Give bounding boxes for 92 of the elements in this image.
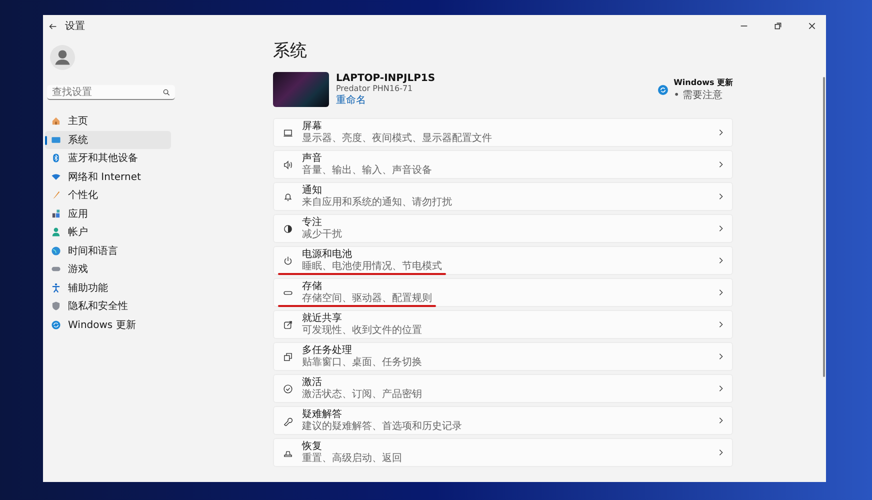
settings-card[interactable]: 就近共享 可发现性、收到文件的位置 — [273, 310, 733, 339]
chevron-icon — [719, 321, 723, 328]
card-title: 疑难解答 — [302, 408, 343, 420]
nav-item[interactable]: 游戏 — [45, 260, 171, 278]
wallpaper-thumbnail — [273, 72, 329, 107]
search-icon — [163, 89, 170, 96]
nav-item[interactable]: 帐户 — [45, 223, 171, 242]
chevron-icon — [719, 385, 723, 392]
nav-item[interactable]: 辅助功能 — [45, 278, 171, 297]
bell-icon — [283, 192, 293, 202]
settings-card[interactable]: 屏幕 显示器、亮度、夜间模式、显示器配置文件 — [273, 118, 733, 147]
card-subtitle: 减少干扰 — [302, 228, 342, 240]
person-icon — [51, 227, 61, 238]
windows-stack-icon — [283, 352, 293, 362]
settings-card[interactable]: 多任务处理 贴靠窗口、桌面、任务切换 — [273, 342, 733, 371]
card-subtitle: 睡眠、电池使用情况、节电模式 — [302, 260, 442, 272]
bluetooth-icon — [51, 153, 61, 164]
figure-icon — [51, 282, 61, 293]
rename-link[interactable]: 重命名 — [336, 92, 436, 106]
chevron-icon — [719, 161, 723, 168]
card-title: 就近共享 — [302, 312, 343, 324]
chevron-icon — [719, 417, 723, 424]
monitor-icon — [51, 134, 61, 145]
device-name: LAPTOP-INPJLP1S — [336, 72, 436, 84]
sync-icon — [51, 320, 61, 330]
nav-item[interactable]: 蓝牙和其他设备 — [45, 149, 171, 168]
settings-card[interactable]: 专注 减少干扰 — [273, 214, 733, 243]
card-title: 激活 — [302, 376, 323, 388]
checkmark-circle-icon — [283, 384, 293, 394]
restore-icon[interactable] — [774, 22, 782, 30]
card-title: 电源和电池 — [302, 248, 353, 260]
chevron-icon — [719, 449, 723, 456]
chevron-icon — [719, 225, 723, 232]
card-subtitle: 激活状态、订阅、产品密钥 — [302, 388, 422, 400]
back-icon[interactable] — [49, 22, 57, 30]
update-icon[interactable] — [658, 84, 668, 94]
chevron-icon — [719, 353, 723, 360]
card-subtitle: 显示器、亮度、夜间模式、显示器配置文件 — [302, 132, 492, 144]
card-subtitle: 存储空间、驱动器、配置规则 — [302, 292, 432, 304]
update-title[interactable]: Windows 更新 — [674, 77, 733, 88]
settings-card[interactable]: 通知 来自应用和系统的通知、请勿打扰 — [273, 182, 733, 211]
card-subtitle: 可发现性、收到文件的位置 — [302, 324, 422, 336]
apps-icon — [51, 208, 61, 219]
card-subtitle: 来自应用和系统的通知、请勿打扰 — [302, 196, 452, 208]
card-title: 声音 — [302, 152, 323, 164]
window-title: 设置 — [65, 20, 85, 33]
wifi-icon — [51, 172, 61, 182]
settings-card[interactable]: 激活 激活状态、订阅、产品密钥 — [273, 374, 733, 403]
chevron-icon — [719, 193, 723, 200]
card-title: 多任务处理 — [302, 344, 353, 356]
nav-item[interactable]: 隐私和安全性 — [45, 297, 171, 316]
card-title: 专注 — [302, 216, 323, 228]
chevron-icon — [719, 257, 723, 264]
card-subtitle: 建议的疑难解答、首选项和历史记录 — [302, 420, 462, 432]
settings-card[interactable]: 电源和电池 睡眠、电池使用情况、节电模式 — [273, 246, 733, 275]
close-icon[interactable] — [808, 22, 816, 30]
nav-item[interactable]: 网络和 Internet — [45, 168, 171, 186]
brush-icon — [51, 190, 61, 200]
avatar-icon — [50, 45, 75, 70]
card-subtitle: 重置、高级启动、返回 — [302, 452, 402, 464]
globe-icon — [51, 246, 61, 256]
nav-item[interactable]: 时间和语言 — [45, 242, 171, 260]
settings-card[interactable]: 恢复 重置、高级启动、返回 — [273, 438, 733, 467]
scrollbar[interactable] — [823, 77, 825, 377]
card-title: 恢复 — [302, 440, 323, 452]
focus-icon — [283, 224, 293, 234]
card-title: 通知 — [302, 184, 323, 196]
card-subtitle: 贴靠窗口、桌面、任务切换 — [302, 356, 422, 368]
shield-icon — [51, 301, 61, 312]
settings-card[interactable]: 声音 音量、输出、输入、声音设备 — [273, 150, 733, 179]
nav-item[interactable]: 应用 — [45, 204, 171, 223]
update-status: • 需要注意 — [674, 88, 724, 102]
nav-item[interactable]: 主页 — [45, 112, 171, 130]
card-title: 存储 — [302, 280, 323, 292]
laptop-icon — [283, 128, 293, 138]
speaker-icon — [283, 160, 293, 170]
device-model: Predator PHN16-71 — [336, 84, 414, 92]
power-icon — [283, 256, 293, 266]
wrench-icon — [283, 416, 293, 426]
chevron-icon — [719, 129, 723, 136]
page-title: 系统 — [273, 40, 308, 63]
chevron-icon — [719, 289, 723, 296]
settings-card[interactable]: 疑难解答 建议的疑难解答、首选项和历史记录 — [273, 406, 733, 435]
nav-item[interactable]: 系统 — [45, 130, 171, 149]
search-field[interactable]: 查找设置 — [47, 85, 175, 100]
share-icon — [283, 320, 293, 330]
card-subtitle: 音量、输出、输入、声音设备 — [302, 164, 432, 176]
home-icon — [51, 116, 61, 126]
card-title: 屏幕 — [302, 120, 323, 132]
settings-card[interactable]: 存储 存储空间、驱动器、配置规则 — [273, 278, 733, 307]
nav-item[interactable]: Windows 更新 — [45, 316, 171, 334]
nav-item[interactable]: 个性化 — [45, 186, 171, 204]
